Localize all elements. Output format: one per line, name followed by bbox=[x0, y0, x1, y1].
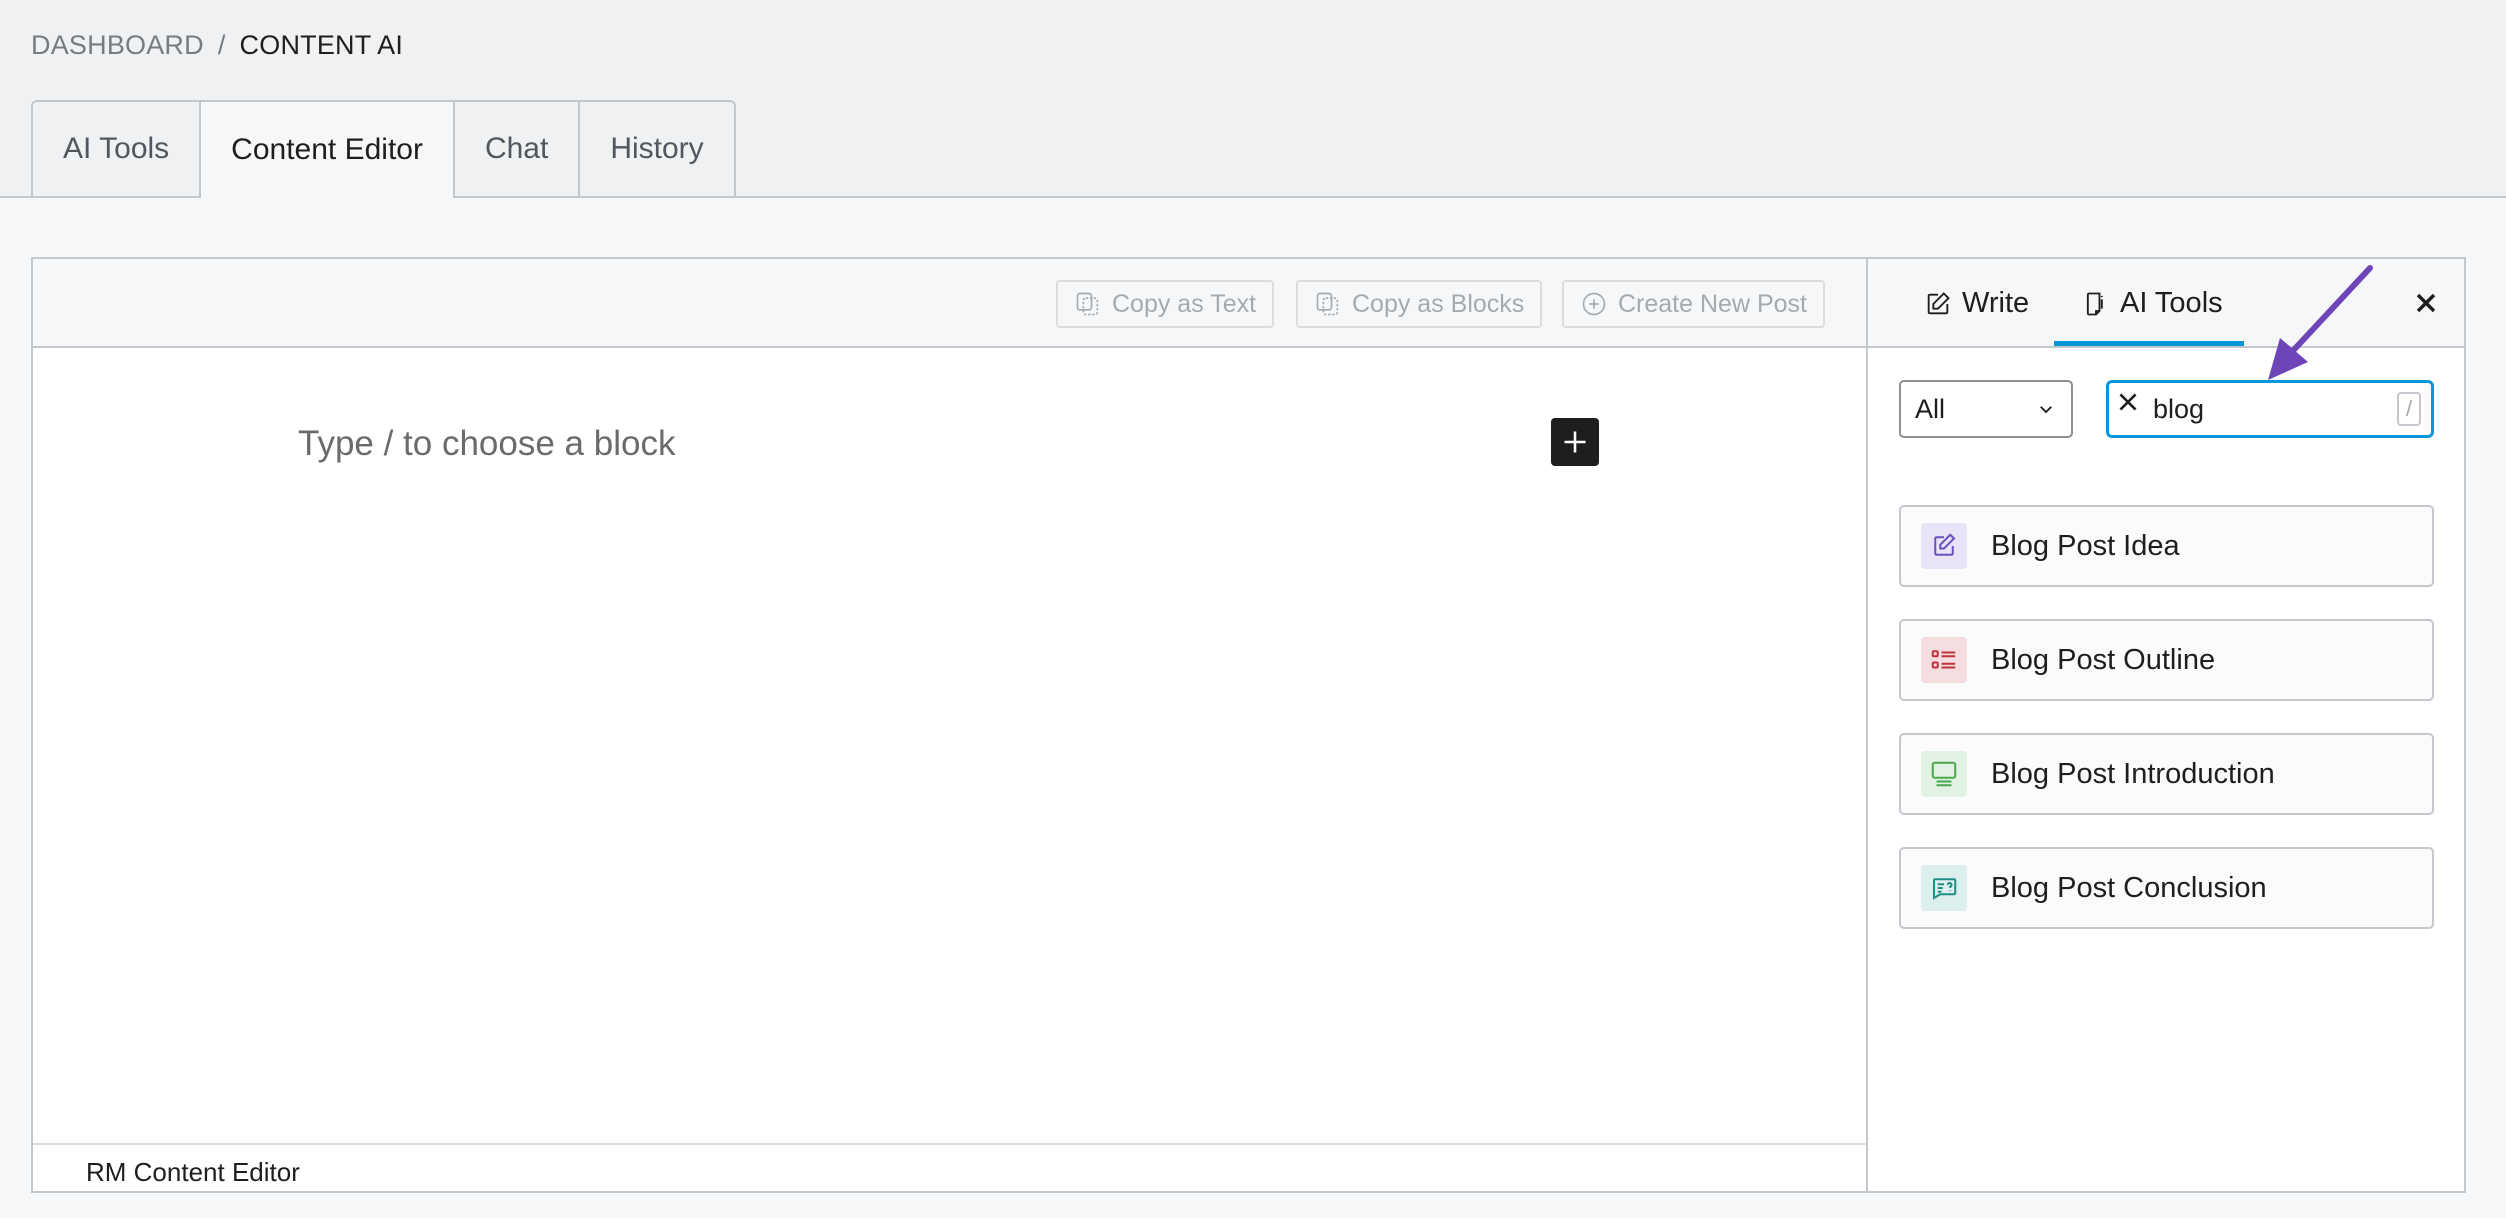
plus-circle-icon bbox=[1582, 292, 1606, 316]
tab-history[interactable]: History bbox=[578, 100, 736, 196]
tab-content-editor[interactable]: Content Editor bbox=[199, 100, 455, 198]
editor-toolbar: Copy as Text Copy as Blocks Create New P… bbox=[33, 259, 1866, 348]
search-shortcut-hint: / bbox=[2397, 392, 2421, 426]
tab-chat[interactable]: Chat bbox=[452, 100, 581, 196]
active-tab-indicator bbox=[2054, 341, 2244, 346]
sidebar-tab-write-label: Write bbox=[1962, 287, 2030, 319]
copy-as-text-button[interactable]: Copy as Text bbox=[1056, 280, 1275, 328]
copy-as-blocks-label: Copy as Blocks bbox=[1352, 289, 1525, 318]
tool-card-label: Blog Post Outline bbox=[1991, 643, 2216, 676]
tool-icon-badge bbox=[1921, 865, 1967, 911]
tool-card-blog-post-conclusion[interactable]: Blog Post Conclusion bbox=[1899, 847, 2434, 929]
content-editor-panel: Copy as Text Copy as Blocks Create New P… bbox=[31, 257, 2466, 1193]
tool-icon-badge bbox=[1921, 523, 1967, 569]
edit-icon bbox=[1927, 291, 1950, 314]
monitor-icon bbox=[1931, 761, 1957, 787]
create-new-post-label: Create New Post bbox=[1618, 289, 1807, 318]
chevron-down-icon bbox=[2040, 406, 2052, 414]
ai-tools-icon bbox=[2086, 292, 2103, 315]
sidebar-tab-ai-tools-label: AI Tools bbox=[2120, 287, 2223, 319]
category-filter-select[interactable]: All bbox=[1899, 380, 2073, 438]
chat-question-icon bbox=[1933, 878, 1957, 900]
copy-as-blocks-button[interactable]: Copy as Blocks bbox=[1296, 280, 1543, 328]
add-block-button[interactable] bbox=[1551, 418, 1599, 466]
list-icon bbox=[1931, 650, 1956, 669]
close-icon bbox=[2416, 293, 2436, 313]
close-sidebar-button[interactable] bbox=[2408, 285, 2444, 321]
tool-card-blog-post-idea[interactable]: Blog Post Idea bbox=[1899, 505, 2434, 587]
copy-icon bbox=[1076, 292, 1099, 316]
category-filter-value: All bbox=[1915, 393, 1946, 424]
tool-card-label: Blog Post Introduction bbox=[1991, 757, 2275, 790]
tool-card-blog-post-outline[interactable]: Blog Post Outline bbox=[1899, 619, 2434, 701]
tool-card-blog-post-introduction[interactable]: Blog Post Introduction bbox=[1899, 733, 2434, 815]
ai-tools-sidebar: Write AI Tools All / bbox=[1866, 259, 2464, 1191]
tool-card-label: Blog Post Conclusion bbox=[1991, 871, 2267, 904]
sidebar-tab-ai-tools[interactable]: AI Tools bbox=[2078, 259, 2227, 348]
edit-icon bbox=[1934, 533, 1956, 556]
tool-search-input[interactable] bbox=[2153, 389, 2373, 429]
block-placeholder[interactable]: Type / to choose a block bbox=[298, 424, 675, 464]
footer-divider bbox=[33, 1143, 1866, 1145]
main-tabs: AI Tools Content Editor Chat History bbox=[31, 100, 736, 198]
plus-icon bbox=[1564, 431, 1586, 453]
copy-as-text-label: Copy as Text bbox=[1112, 289, 1257, 318]
tab-ai-tools[interactable]: AI Tools bbox=[31, 100, 202, 196]
create-new-post-button[interactable]: Create New Post bbox=[1562, 280, 1825, 328]
sidebar-header: Write AI Tools bbox=[1868, 259, 2464, 348]
clear-search-icon[interactable] bbox=[2115, 389, 2141, 415]
breadcrumb: DASHBOARD / CONTENT AI bbox=[31, 30, 403, 61]
tool-card-label: Blog Post Idea bbox=[1991, 529, 2180, 562]
tool-icon-badge bbox=[1921, 637, 1967, 683]
breadcrumb-current: CONTENT AI bbox=[239, 30, 404, 60]
tool-icon-badge bbox=[1921, 751, 1967, 797]
sidebar-tab-write[interactable]: Write bbox=[1920, 259, 2033, 348]
editor-area: Copy as Text Copy as Blocks Create New P… bbox=[33, 259, 1866, 1191]
breadcrumb-dashboard[interactable]: DASHBOARD bbox=[31, 30, 204, 60]
editor-footer-label: RM Content Editor bbox=[86, 1157, 300, 1187]
tool-search-field: / bbox=[2106, 380, 2434, 438]
breadcrumb-separator: / bbox=[217, 30, 226, 60]
copy-icon bbox=[1316, 292, 1339, 316]
